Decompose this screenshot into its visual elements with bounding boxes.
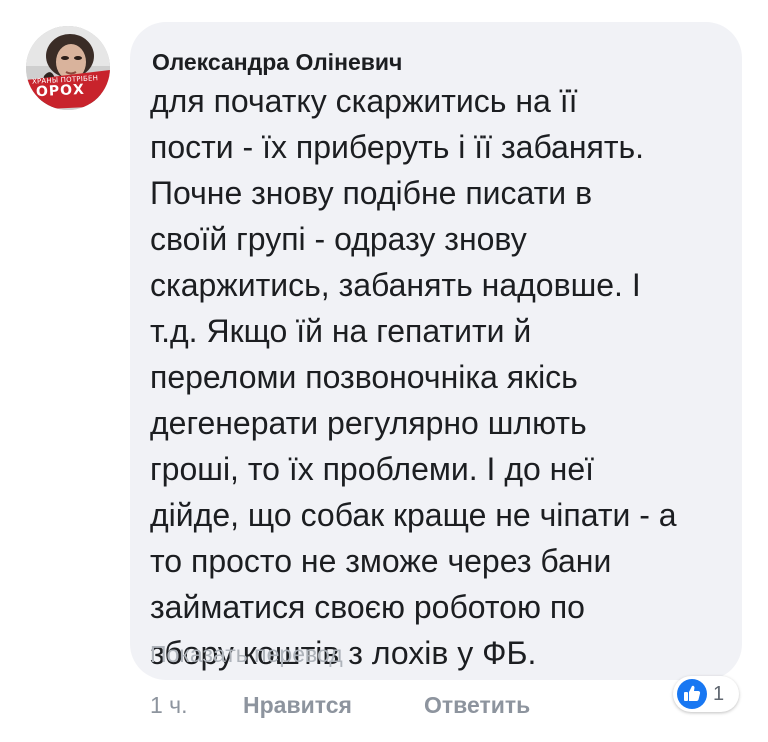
reaction-count: 1 bbox=[713, 683, 725, 705]
avatar[interactable]: ХРАНЫ ПОТРІБЕН ОРОХ bbox=[26, 26, 110, 110]
comment-timestamp[interactable]: 1 ч. bbox=[150, 690, 188, 720]
show-translation-link[interactable]: Показать перевод bbox=[150, 640, 343, 668]
comment-text: для початку скаржитись на її пости - їх … bbox=[150, 83, 677, 671]
reply-button[interactable]: Ответить bbox=[424, 690, 530, 720]
avatar-logo: ХРАНЫ ПОТРІБЕН ОРОХ bbox=[26, 74, 110, 104]
comment-bubble: Олександра Оліневич для початку скаржити… bbox=[130, 22, 742, 680]
reaction-summary[interactable]: 1 bbox=[673, 676, 739, 712]
like-thumb-icon bbox=[677, 679, 707, 709]
like-button[interactable]: Нравится bbox=[243, 690, 352, 720]
comment-author[interactable]: Олександра Оліневич bbox=[152, 48, 402, 76]
avatar-logo-main-text: ОРОХ bbox=[35, 81, 86, 101]
